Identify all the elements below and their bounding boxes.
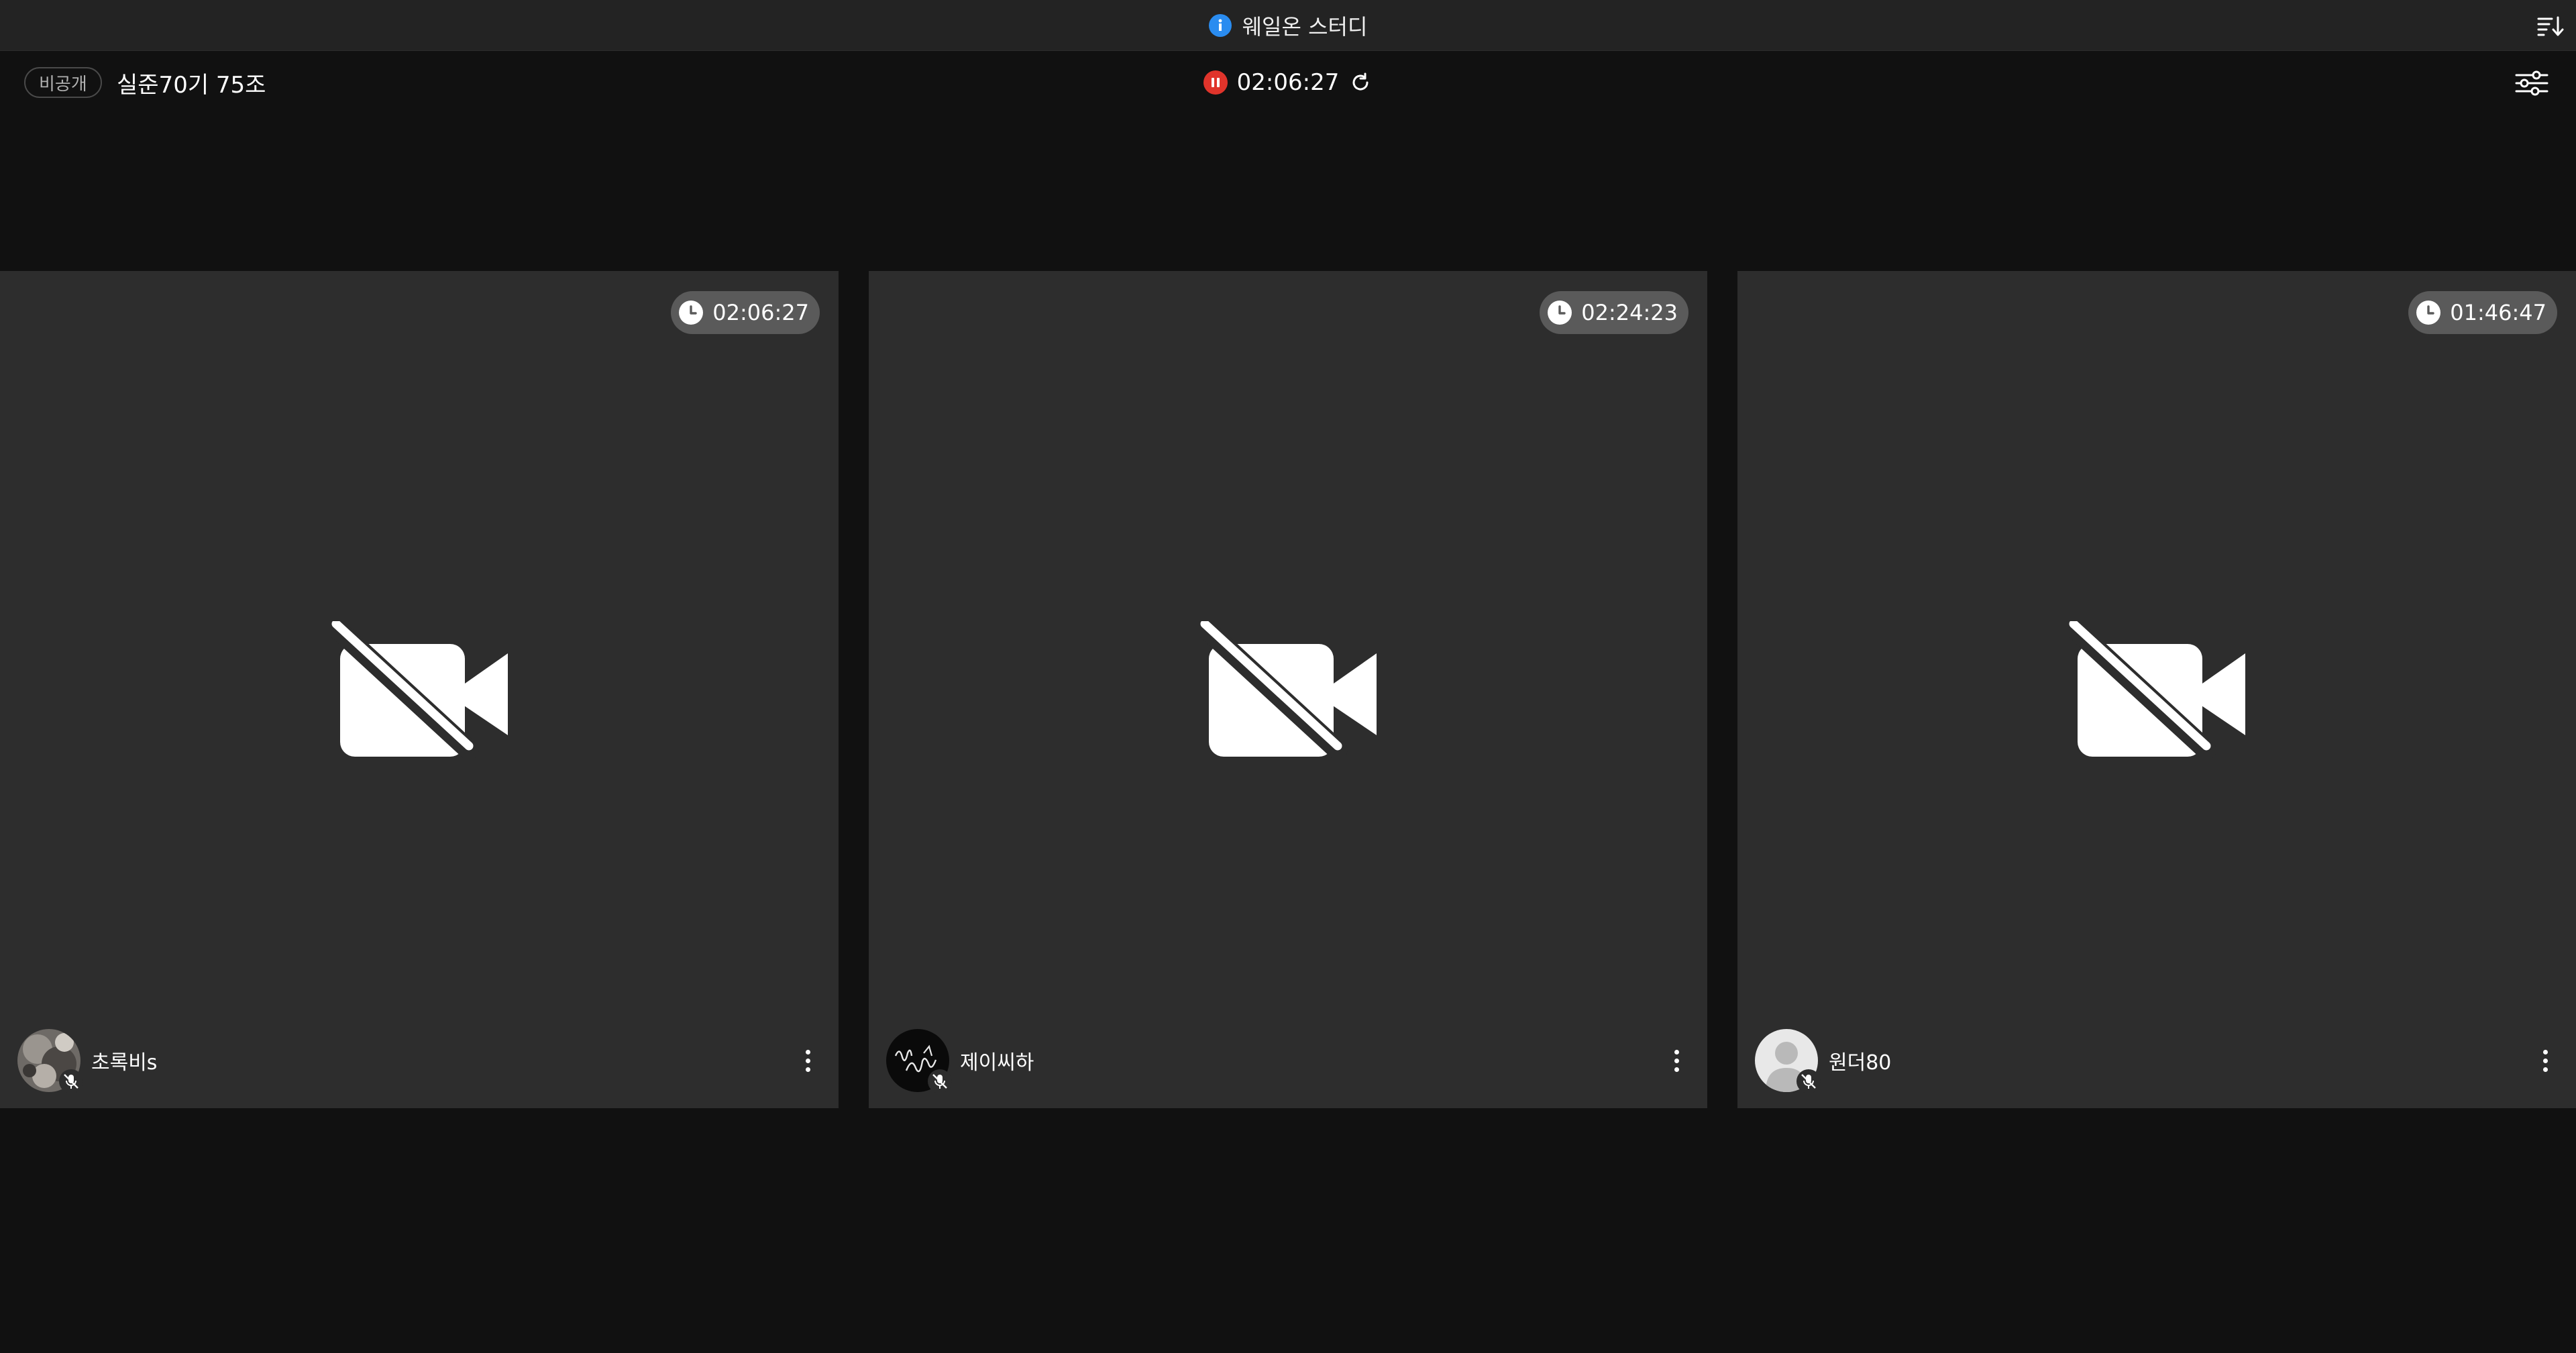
more-dot xyxy=(1674,1049,1679,1054)
participant-tile[interactable]: 02:06:27 초록비s xyxy=(0,271,839,1108)
study-time-badge: 02:24:23 xyxy=(1540,291,1688,334)
avatar[interactable] xyxy=(17,1029,83,1093)
settings-sliders-icon xyxy=(2515,70,2548,96)
session-timer: 02:06:27 xyxy=(0,66,2576,99)
more-dot xyxy=(1674,1058,1679,1063)
camera-off-icon xyxy=(1199,621,1377,758)
study-time-badge: 02:06:27 xyxy=(671,291,820,334)
more-options-button[interactable] xyxy=(794,1042,821,1079)
mic-off-icon xyxy=(59,1069,83,1093)
camera-off-icon xyxy=(331,621,508,758)
study-time: 02:24:23 xyxy=(1581,300,1678,325)
participant-tile[interactable]: 02:24:23 제이씨하 xyxy=(869,271,1707,1108)
room-header: 비공개 실준70기 75조 02:06:27 xyxy=(0,51,2576,113)
more-dot xyxy=(805,1058,810,1063)
participant-name: 제이씨하 xyxy=(960,1051,1034,1075)
participant-footer: 초록비s xyxy=(17,1028,821,1093)
more-dot xyxy=(1674,1067,1679,1072)
title-bar: 웨일온 스터디 xyxy=(0,0,2576,51)
sort-button[interactable] xyxy=(2536,11,2565,41)
avatar[interactable] xyxy=(886,1029,952,1093)
participant-tile[interactable]: 01:46:47 원더80 xyxy=(1737,271,2576,1108)
participant-name: 초록비s xyxy=(91,1051,158,1075)
study-time: 02:06:27 xyxy=(712,300,809,325)
more-dot xyxy=(2542,1049,2548,1054)
participant-name: 원더80 xyxy=(1829,1051,1892,1075)
clock-icon xyxy=(2416,301,2441,325)
camera-off-icon xyxy=(2068,621,2245,758)
sort-icon xyxy=(2537,16,2564,36)
pause-icon[interactable] xyxy=(1203,70,1228,95)
avatar[interactable] xyxy=(1755,1029,1821,1093)
refresh-button[interactable] xyxy=(1348,70,1373,95)
participant-footer: 원더80 xyxy=(1755,1028,2559,1093)
title-group: 웨일온 스터디 xyxy=(0,0,2576,51)
more-dot xyxy=(2542,1058,2548,1063)
more-dot xyxy=(805,1067,810,1072)
more-options-button[interactable] xyxy=(2532,1042,2559,1079)
info-icon[interactable] xyxy=(1208,14,1232,37)
more-options-button[interactable] xyxy=(1663,1042,1690,1079)
session-timer-text: 02:06:27 xyxy=(1236,69,1340,96)
study-time: 01:46:47 xyxy=(2450,300,2546,325)
more-dot xyxy=(2542,1067,2548,1072)
more-dot xyxy=(805,1049,810,1054)
study-time-badge: 01:46:47 xyxy=(2408,291,2557,334)
clock-icon xyxy=(1548,301,1572,325)
settings-button[interactable] xyxy=(2513,64,2551,102)
refresh-icon xyxy=(1352,72,1368,91)
clock-icon xyxy=(679,301,704,325)
mic-off-icon xyxy=(1796,1069,1821,1093)
window-title: 웨일온 스터디 xyxy=(1242,14,1368,40)
participant-footer: 제이씨하 xyxy=(886,1028,1690,1093)
mic-off-icon xyxy=(928,1069,952,1093)
